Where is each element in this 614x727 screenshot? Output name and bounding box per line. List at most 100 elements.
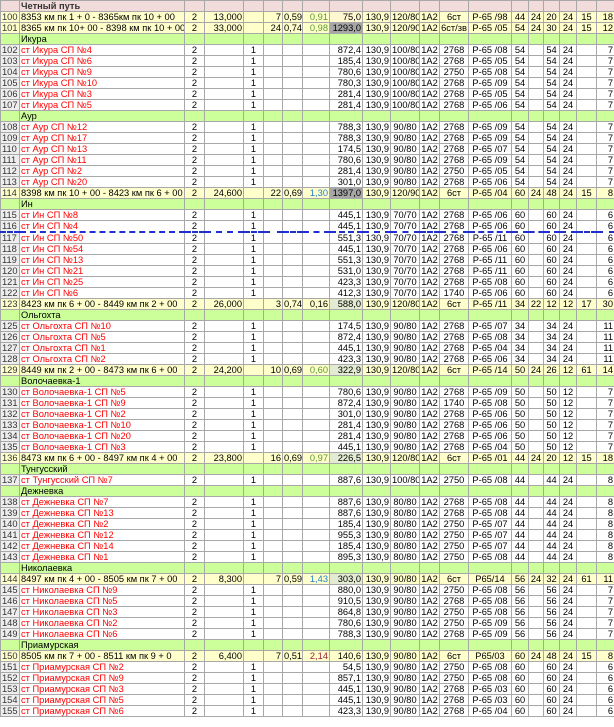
cell[interactable]: 44 [543,551,560,563]
cell[interactable] [528,243,544,255]
cell[interactable]: 54 [543,66,560,78]
cell[interactable] [528,55,544,67]
cell[interactable]: 2 [184,11,205,23]
cell[interactable]: 120/90 [390,22,420,34]
cell[interactable] [528,386,544,398]
cell[interactable] [419,562,440,574]
cell[interactable]: 1А2 [419,55,440,67]
cell[interactable]: 24,200 [204,364,244,376]
cell[interactable]: 34 [511,320,529,332]
cell[interactable]: 54 [511,44,529,56]
cell[interactable]: 6ст [439,11,469,23]
cell[interactable]: 130,9 [362,187,391,199]
row-number[interactable]: 137 [0,474,20,486]
cell[interactable] [263,496,283,508]
cell[interactable]: 1 [243,496,264,508]
cell[interactable]: 60 [511,705,529,717]
cell[interactable]: 70/70 [390,220,420,233]
cell[interactable]: 130,9 [362,276,391,288]
cell[interactable]: 887,6 [329,507,363,519]
cell[interactable] [528,639,544,651]
cell[interactable] [362,110,391,122]
row-number[interactable]: 151 [0,661,20,673]
row-name-cell[interactable]: ст Приамурская СП №2 [19,661,185,673]
cell[interactable] [263,110,283,122]
cell[interactable] [302,331,330,343]
cell[interactable] [576,33,597,45]
cell[interactable]: 90/80 [390,628,420,640]
cell[interactable]: 100/80 [390,474,420,486]
cell[interactable] [204,154,244,166]
cell[interactable] [302,276,330,288]
cell[interactable] [282,309,303,321]
cell[interactable] [528,617,544,629]
cell[interactable] [543,33,560,45]
cell[interactable] [282,617,303,629]
cell[interactable]: 6 [596,683,614,695]
cell[interactable] [282,331,303,343]
cell[interactable] [576,66,597,78]
cell[interactable] [302,463,330,475]
row-number[interactable]: 101 [0,22,20,34]
cell[interactable] [302,209,330,221]
cell[interactable] [576,110,597,122]
cell[interactable]: 1 [243,540,264,552]
cell[interactable]: 24 [528,452,544,464]
cell[interactable]: 100/80 [390,99,420,111]
cell[interactable]: 24 [559,661,577,673]
cell[interactable] [528,143,544,155]
cell[interactable]: 1А2 [419,419,440,431]
cell[interactable] [576,0,597,12]
cell[interactable]: 7 [596,584,614,596]
cell[interactable]: 130,9 [362,353,391,365]
cell[interactable] [596,485,614,497]
cell[interactable]: 15 [576,11,597,23]
cell[interactable]: 1 [243,254,264,266]
cell[interactable] [204,176,244,188]
cell[interactable]: 1А2 [419,441,440,453]
cell[interactable] [263,143,283,155]
cell[interactable]: 2 [184,287,205,299]
cell[interactable]: 130,9 [362,584,391,596]
cell[interactable] [543,309,560,321]
cell[interactable]: 7 [263,11,283,23]
cell[interactable] [204,507,244,519]
cell[interactable] [302,176,330,188]
cell[interactable]: 90/80 [390,441,420,453]
row-number[interactable]: 128 [0,353,20,365]
cell[interactable]: 1А2 [419,254,440,266]
cell[interactable]: Р-65 /05 [468,165,512,177]
cell[interactable]: 24 [559,243,577,255]
cell[interactable]: 6 [596,276,614,288]
cell[interactable]: 12 [559,408,577,420]
cell[interactable] [576,176,597,188]
row-name-cell[interactable]: 8505 км пк 7 + 00 - 8511 км пк 9 + 0 [19,650,185,662]
cell[interactable]: 90/80 [390,617,420,629]
cell[interactable] [302,529,330,541]
cell[interactable] [390,33,420,45]
cell[interactable]: 1А2 [419,353,440,365]
cell[interactable]: 1А2 [419,143,440,155]
cell[interactable]: 780,6 [329,386,363,398]
cell[interactable] [576,595,597,607]
cell[interactable] [596,562,614,574]
cell[interactable]: 54 [511,121,529,133]
cell[interactable]: 2 [184,430,205,442]
row-name-cell[interactable]: 8497 км пк 4 + 00 - 8505 км пк 7 + 00 [19,573,185,585]
cell[interactable]: 24 [559,606,577,618]
cell[interactable]: 90/80 [390,705,420,717]
cell[interactable]: 80/80 [390,551,420,563]
cell[interactable]: Р-65 /09 [468,121,512,133]
cell[interactable]: Р-65 /08 [468,331,512,343]
cell[interactable]: 1 [243,419,264,431]
cell[interactable]: 130,9 [362,231,391,244]
group-name[interactable]: Аур [19,110,185,122]
cell[interactable]: 1А2 [419,66,440,78]
cell[interactable]: 1А2 [419,243,440,255]
cell[interactable]: 130,9 [362,474,391,486]
cell[interactable]: 130,9 [362,209,391,221]
cell[interactable] [263,121,283,133]
row-number[interactable]: 133 [0,419,20,431]
cell[interactable] [528,595,544,607]
cell[interactable]: 44 [543,507,560,519]
